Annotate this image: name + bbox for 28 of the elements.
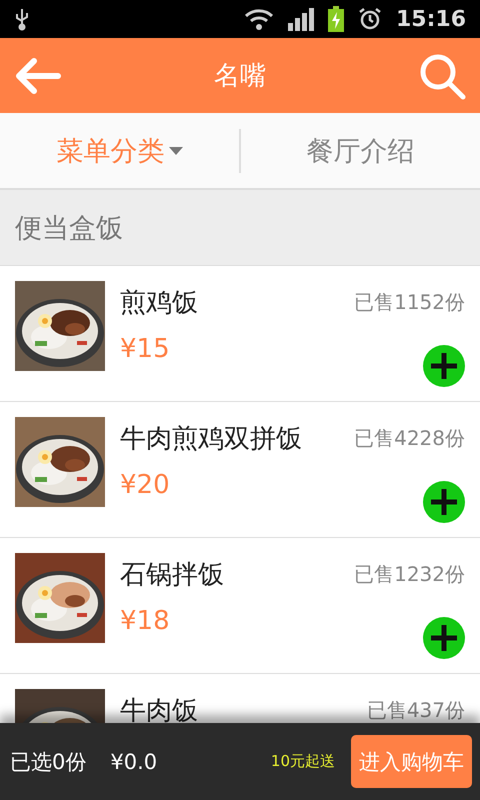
dish-name: 煎鸡饭	[120, 287, 199, 320]
cart-button[interactable]: 进入购物车	[351, 735, 472, 788]
add-button[interactable]	[423, 345, 465, 387]
section-title: 便当盒饭	[0, 190, 480, 266]
dish-price: ¥15	[120, 334, 171, 364]
alarm-icon	[358, 7, 382, 31]
dish-name: 牛肉煎鸡双拼饭	[120, 423, 303, 456]
add-button[interactable]	[423, 481, 465, 523]
wifi-icon	[244, 7, 274, 31]
dish-price: ¥18	[120, 606, 171, 636]
status-time: 15:16	[396, 6, 466, 32]
usb-icon	[14, 7, 30, 31]
add-button[interactable]	[423, 617, 465, 659]
sold-count: 已售1232份	[354, 561, 465, 588]
category-tab[interactable]: 菜单分类	[0, 113, 239, 188]
sold-count: 已售1152份	[354, 289, 465, 316]
total-price: ¥0.0	[110, 750, 158, 774]
minimum-order: 10元起送	[270, 752, 335, 771]
battery-charging-icon	[328, 6, 344, 32]
signal-icon	[288, 7, 314, 31]
selected-count: 已选0份	[10, 748, 86, 776]
header-title: 名嘴	[214, 60, 266, 93]
sold-count: 已售437份	[366, 697, 465, 723]
dish-name: 牛肉饭	[120, 695, 199, 723]
category-tab[interactable]: 餐厅介绍	[241, 113, 480, 188]
dish-name: 石锅拌饭	[120, 559, 225, 592]
sold-count: 已售4228份	[354, 425, 465, 452]
dish-price: ¥20	[120, 470, 171, 500]
